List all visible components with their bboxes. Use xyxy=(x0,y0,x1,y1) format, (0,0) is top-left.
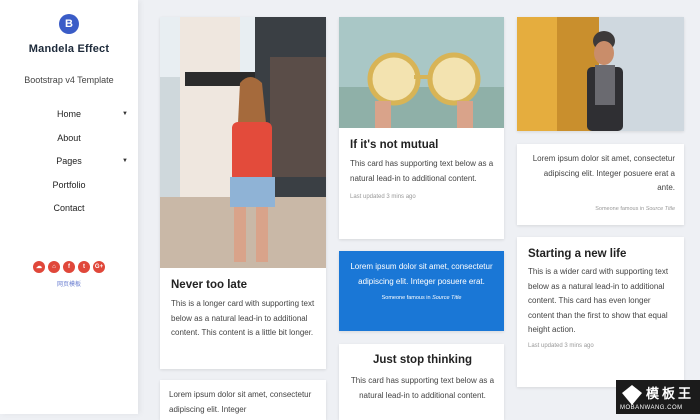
watermark-url: MOBANWANG.COM xyxy=(620,405,683,411)
sunglasses-photo xyxy=(339,17,504,128)
sidebar: B Mandela Effect Bootstrap v4 Template H… xyxy=(0,0,138,414)
nav-item-label: Pages xyxy=(56,156,82,166)
soundcloud-icon[interactable]: ☁ xyxy=(33,261,45,273)
card-never-too-late: Never too late This is a longer card wit… xyxy=(160,17,326,369)
nav-item-label: Portfolio xyxy=(52,180,85,190)
nav-item-label: Home xyxy=(57,109,81,119)
quote-footer-source: Source Title xyxy=(646,206,675,212)
card-quote-right: Lorem ipsum dolor sit amet, consectetur … xyxy=(517,144,684,225)
twitter-icon[interactable]: t xyxy=(78,261,90,273)
last-updated: Last updated 3 mins ago xyxy=(350,194,495,200)
watermark-title: 模板王 xyxy=(646,383,694,402)
card-man-photo xyxy=(517,17,684,131)
nav-item-label: About xyxy=(57,133,81,143)
last-updated: Last updated 3 mins ago xyxy=(528,343,676,349)
main-nav: Home ▼ About Pages ▼ Portfolio Contact xyxy=(0,103,138,221)
card-text: This is a wider card with supporting tex… xyxy=(528,265,676,338)
card-text: Lorem ipsum dolor sit amet, consectetur … xyxy=(349,260,494,289)
woman-street-photo xyxy=(160,17,326,268)
facebook-icon[interactable]: f xyxy=(63,261,75,273)
google-plus-icon[interactable]: G+ xyxy=(93,261,105,273)
watermark: 模板王 MOBANWANG.COM xyxy=(616,380,700,414)
card-text: Lorem ipsum dolor sit amet, consectetur … xyxy=(169,388,319,417)
quote-footer-source: Source Title xyxy=(432,295,461,301)
card-new-life: Starting a new life This is a wider card… xyxy=(517,237,684,387)
card-text: This is a longer card with supporting te… xyxy=(171,297,317,341)
nav-item-portfolio[interactable]: Portfolio xyxy=(0,174,138,198)
card-text: This card has supporting text below as a… xyxy=(350,157,495,186)
card-title: Starting a new life xyxy=(528,248,676,260)
web-template-link[interactable]: 网页模板 xyxy=(0,279,138,288)
nav-item-home[interactable]: Home ▼ xyxy=(0,103,138,127)
quote-footer: Someone famous in Source Title xyxy=(595,206,675,212)
quote-footer-prefix: Someone famous in xyxy=(382,295,431,301)
quote-footer-prefix: Someone famous in xyxy=(595,206,644,212)
tagline: Bootstrap v4 Template xyxy=(0,75,138,85)
card-blue-quote: Lorem ipsum dolor sit amet, consectetur … xyxy=(339,251,504,331)
card-title: If it's not mutual xyxy=(350,139,495,151)
logo-icon[interactable]: B xyxy=(59,14,79,34)
card-not-mutual: If it's not mutual This card has support… xyxy=(339,17,504,239)
card-text: This card has supporting text below as a… xyxy=(350,374,495,403)
nav-item-about[interactable]: About xyxy=(0,127,138,151)
card-title: Never too late xyxy=(171,279,317,291)
card-text: Lorem ipsum dolor sit amet, consectetur … xyxy=(525,152,675,196)
social-links: ☁ ⌂ f t G+ xyxy=(0,261,138,273)
card-quote-bottom-left: Lorem ipsum dolor sit amet, consectetur … xyxy=(160,380,326,420)
watermark-logo-icon xyxy=(620,383,644,407)
quote-footer: Someone famous in Source Title xyxy=(339,295,504,301)
man-portrait-photo xyxy=(517,17,684,131)
nav-item-label: Contact xyxy=(53,203,84,213)
card-just-stop: Just stop thinking This card has support… xyxy=(339,344,504,420)
card-title: Just stop thinking xyxy=(350,354,495,366)
chevron-down-icon[interactable]: ▼ xyxy=(122,103,128,127)
home-icon[interactable]: ⌂ xyxy=(48,261,60,273)
nav-item-contact[interactable]: Contact xyxy=(0,197,138,221)
nav-item-pages[interactable]: Pages ▼ xyxy=(0,150,138,174)
chevron-down-icon[interactable]: ▼ xyxy=(122,150,128,174)
brand-name[interactable]: Mandela Effect xyxy=(0,43,138,55)
